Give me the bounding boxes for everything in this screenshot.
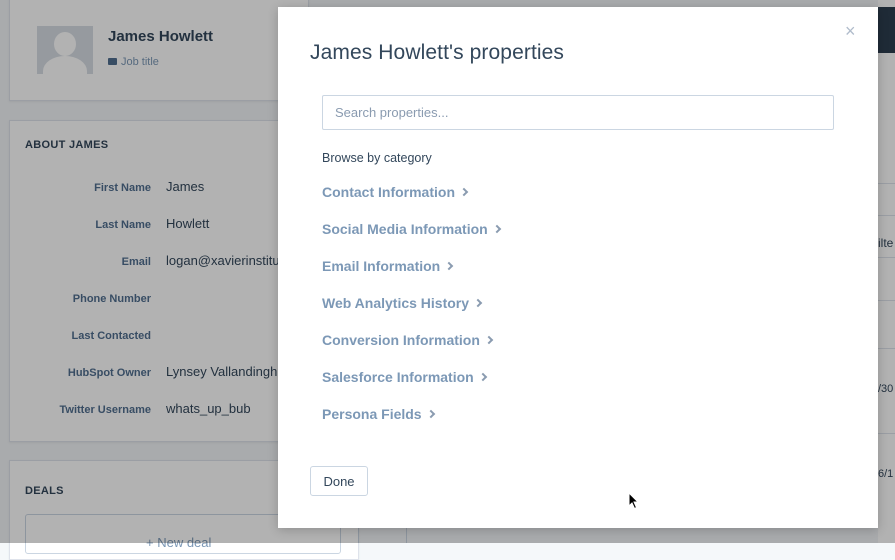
modal-title: James Howlett's properties xyxy=(310,41,565,64)
mouse-cursor-icon xyxy=(628,492,640,510)
category-salesforce-information[interactable]: Salesforce Information xyxy=(322,369,500,406)
chevron-right-icon xyxy=(459,187,469,197)
chevron-right-icon xyxy=(473,298,483,308)
category-label: Social Media Information xyxy=(322,221,488,237)
chevron-right-icon xyxy=(492,224,501,234)
close-icon[interactable]: × xyxy=(845,21,856,41)
category-contact-information[interactable]: Contact Information xyxy=(322,184,500,221)
category-email-information[interactable]: Email Information xyxy=(322,258,500,295)
category-label: Salesforce Information xyxy=(322,369,474,385)
category-web-analytics-history[interactable]: Web Analytics History xyxy=(322,295,500,332)
search-properties-input[interactable] xyxy=(322,95,834,130)
done-button[interactable]: Done xyxy=(310,466,368,496)
chevron-right-icon xyxy=(426,409,435,419)
category-social-media-information[interactable]: Social Media Information xyxy=(322,221,501,258)
category-persona-fields[interactable]: Persona Fields xyxy=(322,406,500,443)
category-label: Email Information xyxy=(322,258,441,274)
properties-modal: × James Howlett's properties Browse by c… xyxy=(278,7,878,528)
category-label: Conversion Information xyxy=(322,332,480,348)
chevron-right-icon xyxy=(444,261,454,271)
category-label: Web Analytics History xyxy=(322,295,470,311)
category-list: Contact Information Social Media Informa… xyxy=(322,184,501,443)
category-label: Persona Fields xyxy=(322,406,422,422)
category-label: Contact Information xyxy=(322,184,455,200)
category-conversion-information[interactable]: Conversion Information xyxy=(322,332,500,369)
chevron-right-icon xyxy=(484,335,494,345)
browse-by-category-label: Browse by category xyxy=(322,151,432,165)
chevron-right-icon xyxy=(478,372,487,382)
